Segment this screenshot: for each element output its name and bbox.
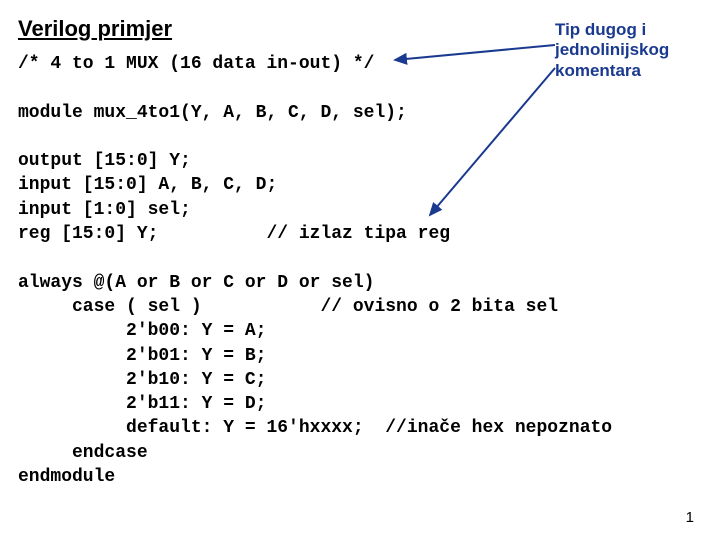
code-line: endcase [18,443,148,463]
code-line: always @(A or B or C or D or sel) [18,273,374,293]
code-line: input [15:0] A, B, C, D; [18,175,277,195]
code-line: module mux_4to1(Y, A, B, C, D, sel); [18,103,407,123]
code-line: endmodule [18,467,115,487]
code-line: case ( sel ) // ovisno o 2 bita sel [18,297,558,317]
comment-annotation: Tip dugog i jednolinijskog komentara [555,20,669,81]
code-line: reg [15:0] Y; // izlaz tipa reg [18,224,450,244]
annotation-line: komentara [555,61,641,80]
code-line: 2'b10: Y = C; [18,370,266,390]
code-line: 2'b01: Y = B; [18,346,266,366]
annotation-line: Tip dugog i [555,20,646,39]
code-line: 2'b00: Y = A; [18,321,266,341]
code-line: default: Y = 16'hxxxx; //inače hex nepoz… [18,418,612,438]
verilog-code-block: /* 4 to 1 MUX (16 data in-out) */ module… [18,52,702,489]
page-number: 1 [686,509,694,526]
code-line: 2'b11: Y = D; [18,394,266,414]
code-line: input [1:0] sel; [18,200,191,220]
code-line: output [15:0] Y; [18,151,191,171]
code-line: /* 4 to 1 MUX (16 data in-out) */ [18,54,374,74]
annotation-line: jednolinijskog [555,40,669,59]
